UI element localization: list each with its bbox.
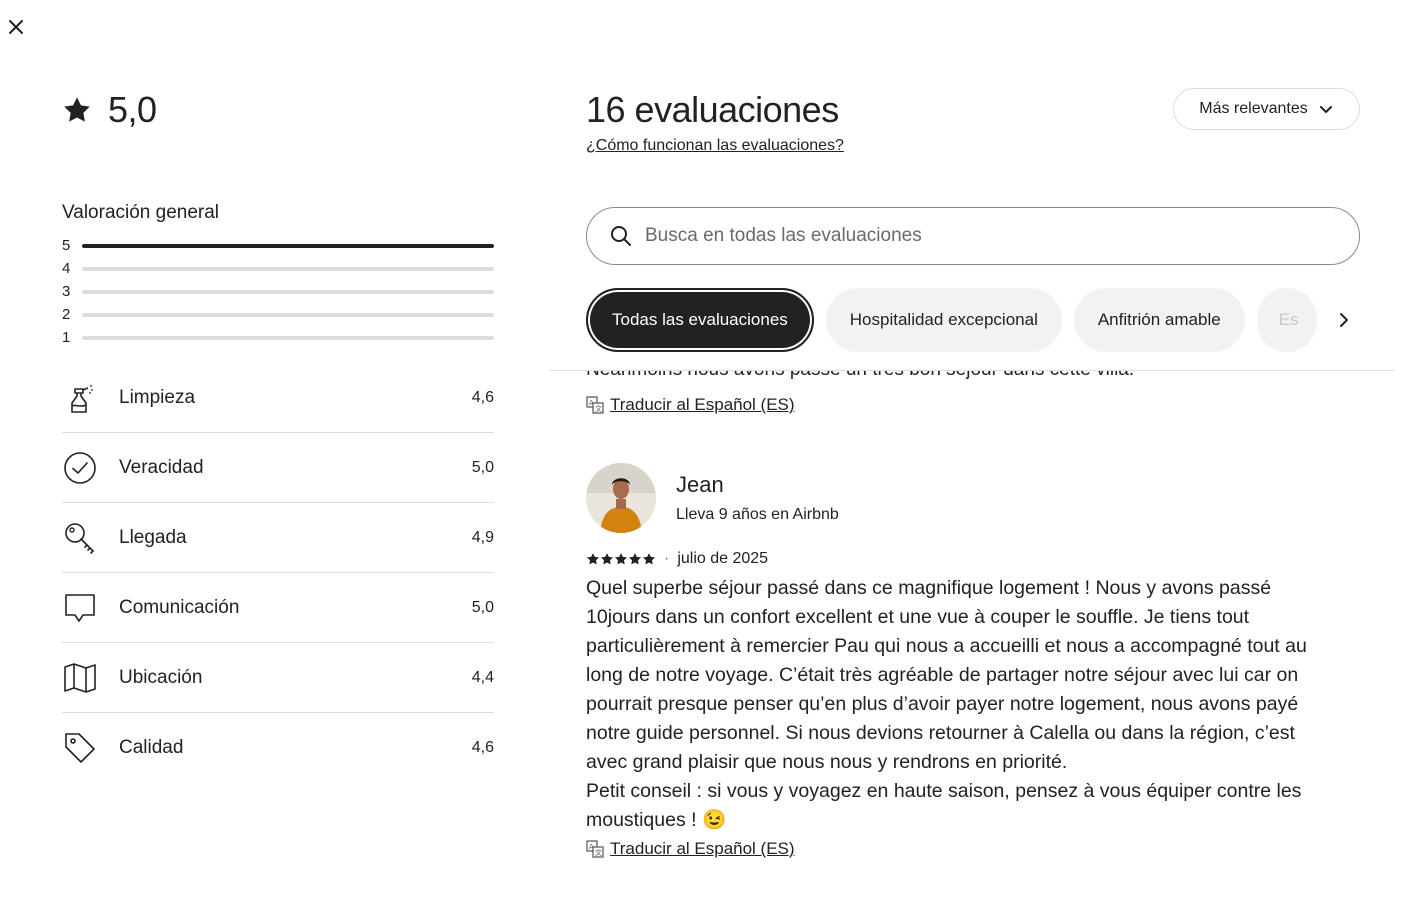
- distribution-star-label: 3: [62, 283, 71, 300]
- category-score: 5,0: [471, 598, 494, 616]
- category-score: 4,4: [471, 668, 494, 686]
- distribution-bar: [82, 266, 494, 271]
- category-label: Ubicación: [119, 666, 203, 688]
- reviews-title: 16 evaluaciones: [586, 89, 839, 130]
- star-icon: [601, 553, 613, 565]
- avatar-image: [586, 463, 656, 533]
- reviewer: Jean Lleva 9 años en Airbnb: [586, 463, 1360, 533]
- svg-text:文: 文: [595, 404, 602, 413]
- translate-icon: A文: [586, 396, 604, 414]
- spray-bottle-icon: [62, 380, 98, 416]
- distribution-title: Valoración general: [62, 202, 220, 223]
- star-icon: [64, 97, 90, 122]
- review-body: Quel superbe séjour passé dans ce magnif…: [586, 577, 1307, 831]
- map-icon: [62, 660, 98, 696]
- category-score: 4,6: [471, 388, 494, 406]
- distribution-star-label: 5: [62, 237, 71, 254]
- filter-chip[interactable]: Hospitalidad excepcional: [825, 288, 1062, 352]
- category-label: Veracidad: [119, 456, 204, 478]
- search-icon: [611, 226, 631, 246]
- distribution-bar: [82, 243, 494, 248]
- translate-row: A文 Traducir al Español (ES): [586, 395, 795, 415]
- distribution-star-label: 4: [62, 260, 71, 277]
- category-label: Calidad: [119, 737, 184, 758]
- category-row-limpieza: Limpieza 4,6: [62, 363, 494, 433]
- overall-rating: 5,0: [62, 88, 494, 132]
- sort-label: Más relevantes: [1199, 100, 1308, 117]
- review-stars: [586, 552, 656, 566]
- chevron-right-icon: [1340, 313, 1348, 327]
- close-icon: [9, 20, 23, 34]
- distribution-star-label: 2: [62, 306, 71, 323]
- separator-dot: ·: [664, 550, 670, 567]
- header-divider: [550, 370, 1394, 371]
- distribution-bar: [82, 335, 494, 340]
- star-icon: [629, 553, 641, 565]
- category-score: 4,9: [471, 528, 494, 546]
- distribution-row: 3: [62, 280, 494, 303]
- filter-chip[interactable]: Todas las evaluaciones: [586, 288, 814, 352]
- chips-next-button[interactable]: [1328, 304, 1360, 336]
- reviews-panel: 16 evaluaciones ¿Cómo funcionan las eval…: [586, 0, 1360, 900]
- distribution-row: 4: [62, 257, 494, 280]
- category-row-ubicación: Ubicación 4,4: [62, 643, 494, 713]
- distribution-star-label: 1: [62, 329, 71, 346]
- check-circle-icon: [62, 450, 98, 486]
- overall-rating-value: 5,0: [108, 89, 157, 130]
- category-label: Comunicación: [119, 596, 240, 618]
- close-button[interactable]: [4, 15, 28, 39]
- sort-dropdown[interactable]: Más relevantes: [1173, 88, 1360, 130]
- filter-chip[interactable]: Anfitrión amable: [1073, 288, 1245, 352]
- distribution-row: 5: [62, 234, 494, 257]
- category-row-calidad: Calidad 4,6: [62, 713, 494, 783]
- chevron-down-icon: [1319, 106, 1332, 113]
- category-score: 5,0: [471, 458, 494, 476]
- category-row-comunicación: Comunicación 5,0: [62, 573, 494, 643]
- reviews-list[interactable]: Néanmoins nous avons passé un très bon s…: [586, 371, 1360, 900]
- how-reviews-work-link[interactable]: ¿Cómo funcionan las evaluaciones?: [586, 137, 844, 155]
- category-label: Llegada: [119, 526, 187, 548]
- distribution-bar: [82, 312, 494, 317]
- star-icon: [643, 553, 655, 565]
- reviewer-name: Jean: [676, 472, 724, 497]
- tag-icon: [62, 730, 98, 766]
- svg-text:文: 文: [595, 848, 602, 857]
- star-icon: [615, 553, 627, 565]
- avatar[interactable]: [586, 463, 656, 533]
- rating-distribution: Valoración general 5 4 3 2 1: [62, 200, 494, 349]
- chat-bubble-icon: [62, 590, 98, 626]
- distribution-bar: [82, 289, 494, 294]
- translate-row: A文 Traducir al Español (ES): [586, 839, 1360, 859]
- category-ratings: Limpieza 4,6 Veracidad 5,0 Llegada 4,9 Comunic…: [62, 363, 494, 783]
- key-icon: [62, 520, 98, 556]
- category-row-veracidad: Veracidad 5,0: [62, 433, 494, 503]
- filter-chip[interactable]: Es: [1256, 288, 1317, 352]
- filter-chips: Todas las evaluaciones Hospitalidad excep…: [586, 287, 1360, 353]
- translate-link[interactable]: Traducir al Español (ES): [610, 839, 795, 859]
- review-search: [586, 207, 1360, 265]
- review-item: Jean Lleva 9 años en Airbnb · julio de 2…: [586, 463, 1360, 859]
- distribution-row: 1: [62, 326, 494, 349]
- category-score: 4,6: [471, 739, 494, 756]
- reviewer-tenure: Lleva 9 años en Airbnb: [676, 506, 839, 523]
- search-input[interactable]: [645, 225, 1359, 247]
- star-icon: [587, 553, 599, 565]
- translate-icon: A文: [586, 840, 604, 858]
- review-meta-line: · julio de 2025: [586, 550, 1360, 568]
- review-date: julio de 2025: [677, 550, 769, 567]
- category-row-llegada: Llegada 4,9: [62, 503, 494, 573]
- previous-review-text: Néanmoins nous avons passé un très bon s…: [586, 371, 1134, 381]
- distribution-row: 2: [62, 303, 494, 326]
- category-label: Limpieza: [119, 386, 196, 408]
- ratings-panel: 5,0 Valoración general 5 4 3 2 1 Limpieza 4,6…: [62, 88, 494, 763]
- distribution-bar-fill: [82, 243, 494, 248]
- translate-link[interactable]: Traducir al Español (ES): [610, 395, 795, 415]
